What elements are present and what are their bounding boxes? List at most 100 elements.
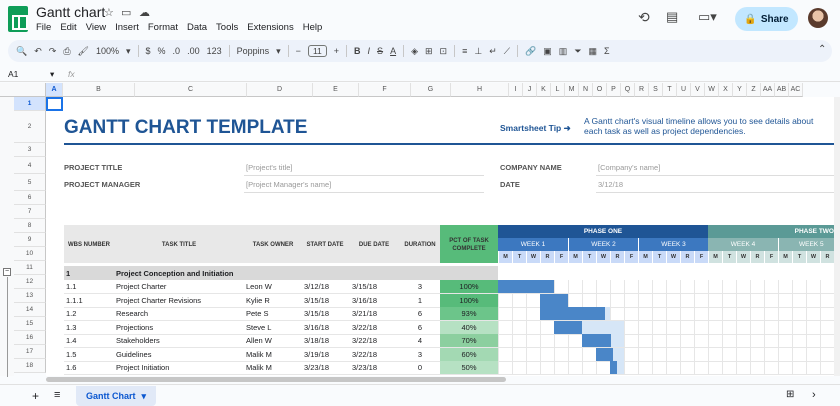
filter-views-icon[interactable]: ▦ — [589, 46, 598, 57]
merge-cells-icon[interactable]: ⊡ — [440, 46, 448, 57]
task-due-date[interactable]: 3/16/18 — [352, 294, 398, 307]
row-header[interactable]: 6 — [14, 191, 46, 205]
column-header[interactable]: K — [537, 83, 551, 97]
row-header[interactable]: 9 — [14, 233, 46, 247]
column-header[interactable]: A — [46, 83, 63, 97]
task-owner[interactable]: Pete S — [246, 307, 302, 320]
task-owner[interactable]: Malik M — [246, 361, 302, 374]
comments-icon[interactable]: ▤ — [666, 9, 678, 25]
task-start-date[interactable]: 3/16/18 — [304, 321, 348, 334]
vertical-scrollbar[interactable] — [834, 97, 840, 376]
task-duration[interactable]: 6 — [400, 307, 422, 320]
project-manager-value[interactable]: [Project Manager's name] — [246, 177, 331, 191]
italic-button[interactable]: I — [368, 46, 371, 56]
menu-tools[interactable]: Tools — [216, 22, 238, 33]
row-header[interactable]: 11 — [14, 261, 46, 275]
task-pct-complete[interactable]: 50% — [440, 361, 498, 374]
row-header[interactable]: 5 — [14, 174, 46, 191]
task-duration[interactable]: 1 — [400, 294, 422, 307]
column-header[interactable]: U — [677, 83, 691, 97]
row-header[interactable]: 14 — [14, 303, 46, 317]
row-header[interactable]: 3 — [14, 143, 46, 157]
column-header[interactable]: B — [63, 83, 135, 97]
column-header[interactable]: AB — [775, 83, 789, 97]
task-title[interactable]: Guidelines — [116, 348, 244, 361]
account-avatar[interactable] — [808, 8, 828, 28]
task-pct-complete[interactable]: 100% — [440, 280, 498, 293]
row-header[interactable]: 16 — [14, 331, 46, 345]
history-icon[interactable]: ⟲ — [638, 9, 650, 26]
text-rotation-icon[interactable]: ⟋ — [504, 46, 510, 57]
task-title[interactable]: Project Charter Revisions — [116, 294, 244, 307]
task-wbs[interactable]: 1.5 — [66, 348, 114, 361]
task-due-date[interactable]: 3/22/18 — [352, 348, 398, 361]
task-title[interactable]: Stakeholders — [116, 334, 244, 347]
column-header[interactable]: L — [551, 83, 565, 97]
column-header[interactable]: Q — [621, 83, 635, 97]
move-folder-icon[interactable]: ▭ — [121, 6, 131, 19]
column-header[interactable]: S — [649, 83, 663, 97]
task-owner[interactable]: Steve L — [246, 321, 302, 334]
column-header[interactable]: C — [135, 83, 247, 97]
column-header[interactable]: M — [565, 83, 579, 97]
add-sheet-icon[interactable]: + — [32, 389, 39, 403]
row-header[interactable]: 8 — [14, 219, 46, 233]
menu-file[interactable]: File — [36, 22, 51, 33]
task-title[interactable]: Project Charter — [116, 280, 244, 293]
horizontal-align-icon[interactable]: ≡ — [462, 46, 467, 56]
sheet-tab-gantt-chart[interactable]: Gantt Chart ▾ — [76, 386, 157, 406]
vertical-align-icon[interactable]: ⊥ — [474, 46, 482, 57]
task-start-date[interactable]: 3/19/18 — [304, 348, 348, 361]
task-wbs[interactable]: 1.1 — [66, 280, 114, 293]
row-header[interactable]: 2 — [14, 111, 46, 143]
task-duration[interactable]: 0 — [400, 361, 422, 374]
font-size-increase[interactable]: + — [334, 46, 339, 56]
task-wbs[interactable]: 1.6 — [66, 361, 114, 374]
task-duration[interactable]: 3 — [400, 348, 422, 361]
task-duration[interactable]: 3 — [400, 280, 422, 293]
task-owner[interactable]: Allen W — [246, 334, 302, 347]
task-due-date[interactable]: 3/21/18 — [352, 307, 398, 320]
font-size-decrease[interactable]: − — [296, 46, 301, 56]
undo-icon[interactable]: ↶ — [34, 46, 42, 57]
number-format-button[interactable]: 123 — [207, 46, 222, 56]
column-header[interactable]: Z — [747, 83, 761, 97]
menu-data[interactable]: Data — [187, 22, 207, 33]
functions-icon[interactable]: Σ — [604, 46, 610, 56]
column-header[interactable]: AA — [761, 83, 775, 97]
column-header[interactable]: G — [411, 83, 451, 97]
task-pct-complete[interactable]: 70% — [440, 334, 498, 347]
insert-link-icon[interactable]: 🔗 — [525, 46, 536, 57]
column-header[interactable]: N — [579, 83, 593, 97]
task-duration[interactable]: 4 — [400, 334, 422, 347]
sheet-tab-menu-icon[interactable]: ▾ — [142, 391, 147, 402]
side-panel-toggle-icon[interactable]: › — [812, 389, 816, 401]
percent-button[interactable]: % — [158, 46, 166, 56]
task-wbs[interactable]: 1.1.1 — [66, 294, 114, 307]
menu-format[interactable]: Format — [148, 22, 178, 33]
sheet-grid[interactable]: GANTT CHART TEMPLATE Smartsheet Tip ➜ A … — [46, 97, 834, 376]
task-start-date[interactable]: 3/12/18 — [304, 280, 348, 293]
strikethrough-button[interactable]: S — [377, 46, 383, 56]
menu-extensions[interactable]: Extensions — [247, 22, 293, 33]
task-wbs[interactable]: 1.3 — [66, 321, 114, 334]
column-header[interactable]: W — [705, 83, 719, 97]
task-wbs[interactable]: 1.2 — [66, 307, 114, 320]
insert-chart-icon[interactable]: ▥ — [559, 46, 568, 57]
column-header[interactable]: H — [451, 83, 509, 97]
horizontal-scrollbar[interactable] — [46, 377, 506, 382]
formula-input[interactable] — [84, 69, 784, 81]
row-header[interactable]: 7 — [14, 205, 46, 219]
name-box[interactable]: A1 — [8, 69, 18, 79]
decrease-decimal-button[interactable]: .0 — [173, 46, 181, 56]
row-header[interactable]: 1 — [14, 97, 46, 111]
task-start-date[interactable]: 3/23/18 — [304, 361, 348, 374]
all-sheets-icon[interactable]: ≡ — [54, 389, 60, 401]
paint-format-icon[interactable]: 🖌 — [78, 46, 89, 57]
group-collapse-toggle[interactable]: − — [3, 268, 11, 276]
row-header[interactable]: 15 — [14, 317, 46, 331]
column-header[interactable]: R — [635, 83, 649, 97]
star-icon[interactable]: ☆ — [104, 6, 114, 19]
borders-icon[interactable]: ⊞ — [425, 46, 433, 57]
task-owner[interactable]: Malik M — [246, 348, 302, 361]
